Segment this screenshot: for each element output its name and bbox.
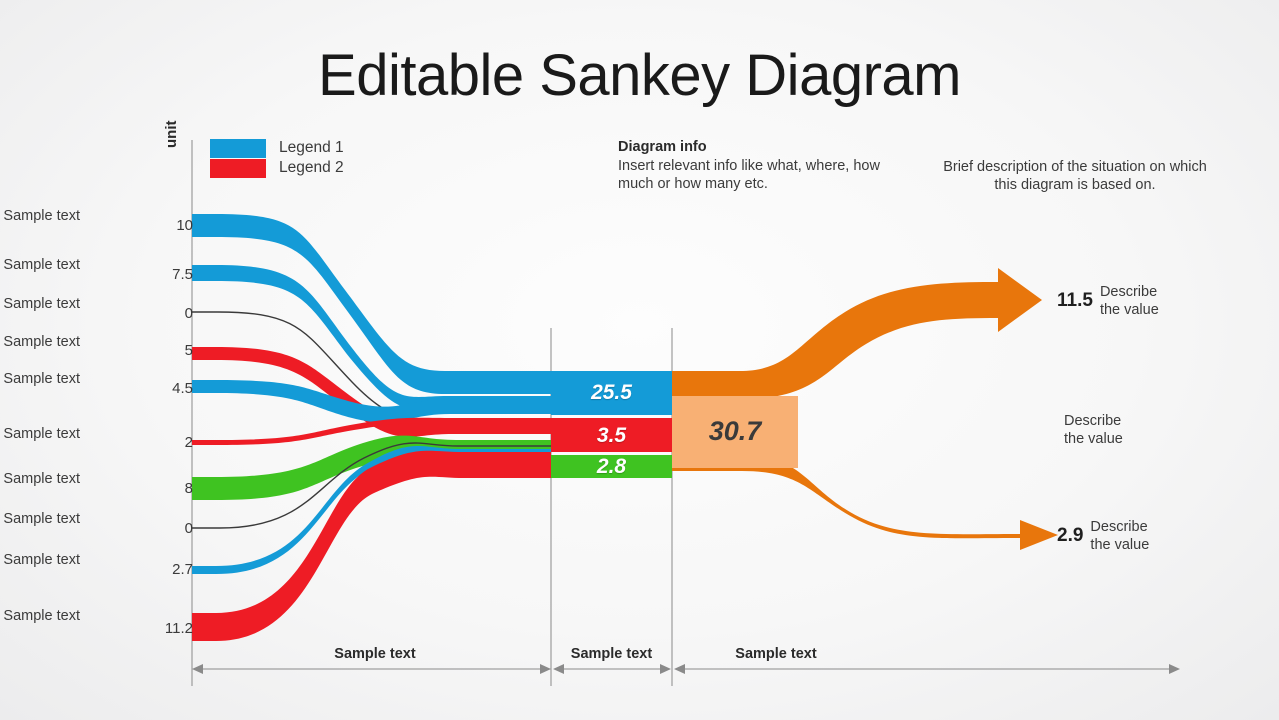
flow-ribbons-left (192, 214, 551, 641)
sankey-canvas (191, 140, 1180, 686)
axis-arrow-3-left (674, 664, 685, 674)
legend-swatch-red (210, 158, 266, 178)
output-0: 11.5 Describe the value (1057, 283, 1159, 319)
ribbon-src0-blue (192, 214, 551, 394)
source-value-7: 0 (184, 520, 193, 537)
axis-arrow-2-right (660, 664, 671, 674)
source-label-5: Sample text (3, 426, 80, 442)
legend-label-1: Legend 2 (279, 159, 344, 176)
mid-node-value-0: 25.5 (591, 381, 632, 404)
source-label-1: Sample text (3, 257, 80, 273)
flow-ribbons-right (672, 268, 1058, 550)
brief-description: Brief description of the situation on wh… (943, 159, 1207, 193)
stage-label-2: Sample text (735, 646, 817, 662)
axis-arrow-2-left (553, 664, 564, 674)
output-0-text: Describe the value (1100, 283, 1159, 319)
stage-label-0: Sample text (334, 646, 416, 662)
axis-arrow-1-left (192, 664, 203, 674)
legend-label-0: Legend 1 (279, 139, 344, 156)
output-2-text: Describe the value (1090, 518, 1149, 554)
source-value-9: 11.2 (164, 620, 193, 637)
ribbon-out-lower (672, 455, 1058, 550)
mid-node-value-1: 3.5 (596, 424, 627, 447)
source-value-6: 8 (184, 480, 193, 497)
source-label-2: Sample text (3, 296, 80, 312)
bottom-axis (192, 664, 1180, 674)
output-1-line1: Describe (1064, 413, 1122, 429)
source-value-5: 2 (184, 434, 193, 451)
output-0-line2: the value (1099, 302, 1159, 318)
output-1: Describe the value (1057, 412, 1123, 448)
source-value-2: 0 (184, 305, 193, 322)
source-value-0: 10 (176, 217, 193, 234)
diagram-info-body: Insert relevant info like what, where, h… (618, 158, 880, 192)
ribbon-out-upper (672, 268, 1042, 399)
source-value-4: 4.5 (172, 380, 193, 397)
output-2-value: 2.9 (1057, 525, 1084, 546)
source-value-1: 7.5 (172, 266, 193, 283)
output-0-line1: Describe (1099, 284, 1158, 300)
source-label-7: Sample text (3, 511, 80, 527)
source-label-0: Sample text (3, 208, 80, 224)
source-label-3: Sample text (3, 334, 80, 350)
sankey-diagram-root: Editable Sankey Diagram Legend 1 Legend … (0, 0, 1279, 720)
output-2-line2: the value (1090, 537, 1150, 553)
output-2: 2.9 Describe the value (1057, 518, 1149, 554)
pool-total-value: 30.7 (708, 416, 762, 446)
diagram-info-heading: Diagram info (618, 139, 707, 155)
legend-swatch-blue (210, 138, 266, 158)
axis-arrow-1-right (540, 664, 551, 674)
output-1-text: Describe the value (1064, 412, 1123, 448)
mid-node-value-2: 2.8 (596, 455, 627, 478)
source-label-8: Sample text (3, 552, 80, 568)
output-2-line1: Describe (1090, 519, 1148, 535)
output-0-value: 11.5 (1057, 290, 1093, 311)
axis-arrow-3-right (1169, 664, 1180, 674)
legend-item-1[interactable]: Legend 2 (210, 158, 344, 178)
output-1-line2: the value (1064, 431, 1123, 447)
source-value-8: 2.7 (172, 561, 193, 578)
stage-label-1: Sample text (570, 646, 653, 662)
legend: Legend 1 Legend 2 (210, 138, 344, 178)
source-value-3: 5 (184, 342, 193, 359)
source-label-4: Sample text (3, 371, 80, 387)
source-label-9: Sample text (3, 608, 80, 624)
source-label-6: Sample text (3, 471, 80, 487)
axis-unit-label: unit (163, 120, 180, 149)
legend-item-0[interactable]: Legend 1 (210, 138, 344, 158)
